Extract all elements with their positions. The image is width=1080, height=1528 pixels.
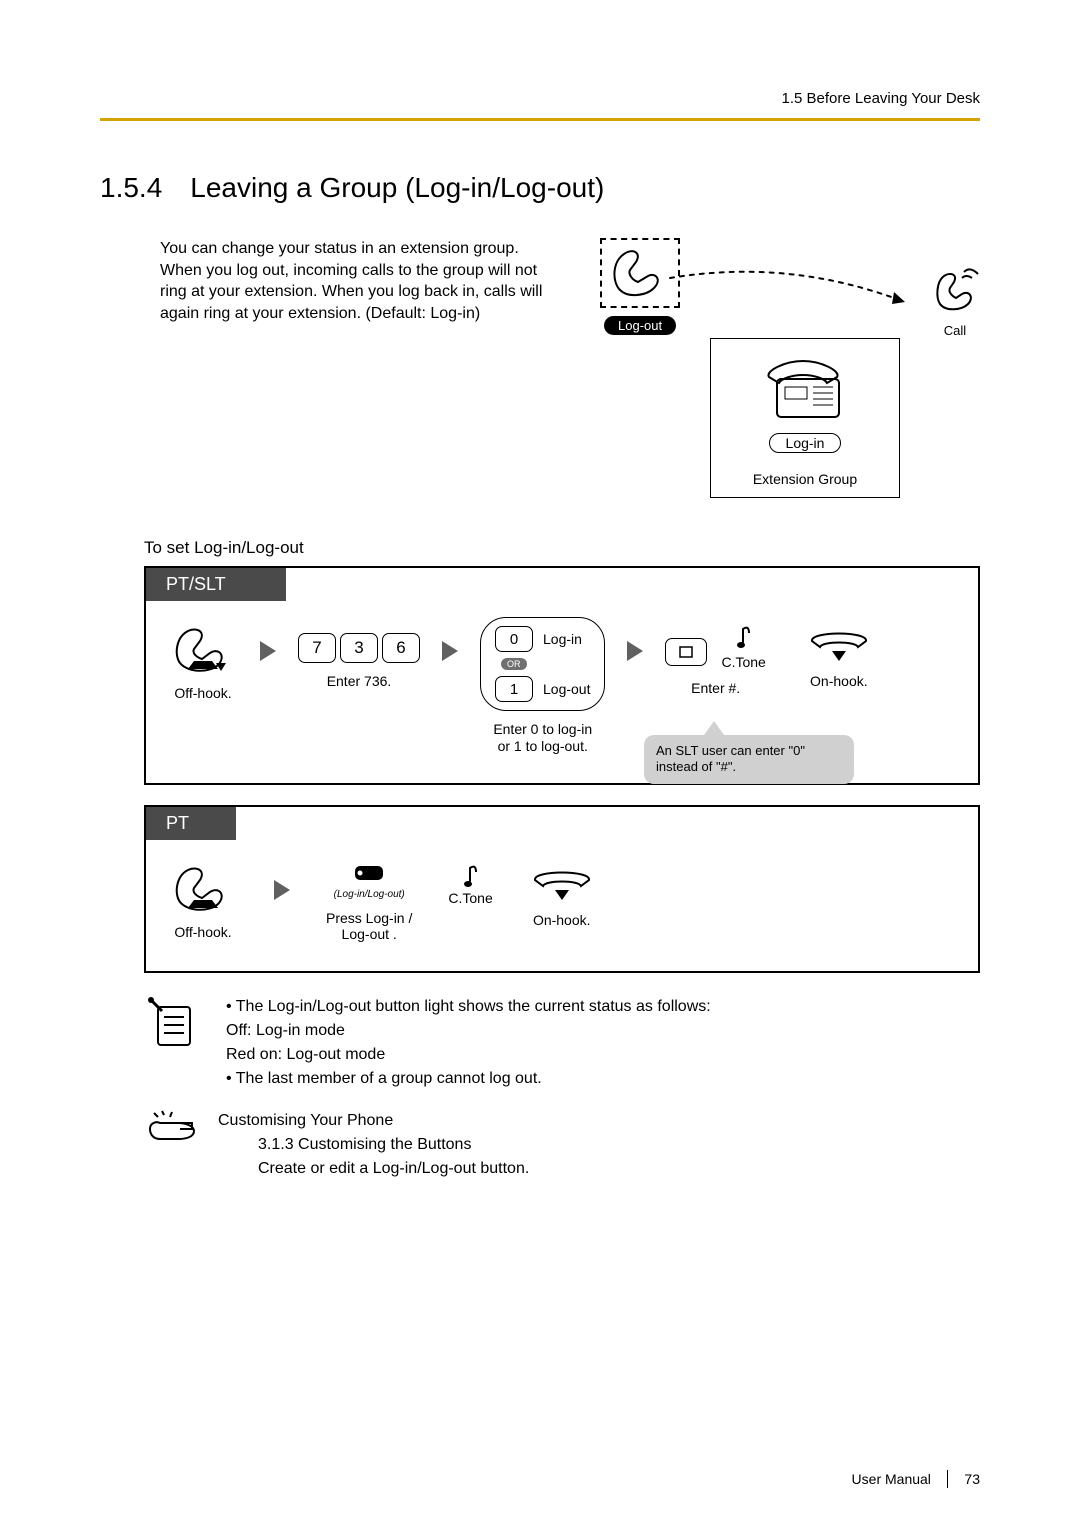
offhook-icon [168, 623, 238, 675]
note-line-4: The last member of a group cannot log ou… [226, 1067, 711, 1091]
call-icon-wrap: Call [930, 268, 980, 338]
arrow-icon [627, 641, 643, 661]
step-press-login-button: (Log-in/Log-out) Press Log-in / Log-out … [326, 862, 412, 944]
step-onhook-2: On-hook. [529, 862, 595, 929]
login-button-icon-caption: (Log-in/Log-out) [334, 889, 405, 900]
step-onhook-2-caption: On-hook. [533, 912, 591, 929]
step-onhook: On-hook. [806, 623, 872, 690]
offhook-icon [168, 862, 238, 914]
step-offhook-2-caption: Off-hook. [174, 924, 231, 941]
step-choose-caption-l2: or 1 to log-out. [498, 738, 588, 754]
footer-label: User Manual [852, 1471, 931, 1487]
onhook-icon [529, 862, 595, 902]
procedure-ptslt-label: PT/SLT [146, 568, 286, 601]
page: 1.5 Before Leaving Your Desk 1.5.4 Leavi… [0, 0, 1080, 1528]
section-number: 1.5.4 [100, 172, 162, 204]
footer-page-number: 73 [964, 1471, 980, 1487]
customising-block: Customising Your Phone 3.1.3 Customising… [144, 1109, 980, 1181]
login-button-icon-wrap: (Log-in/Log-out) [334, 862, 405, 900]
step-press-login-caption-l2: Log-out . [342, 926, 397, 942]
header-path-text: 1.5 Before Leaving Your Desk [782, 90, 980, 107]
extension-group-label: Extension Group [711, 471, 899, 487]
step-hash: C.Tone Enter #. [665, 623, 765, 697]
procedure-ptslt-body: Off-hook. 7 3 6 Enter 736. 0 Log-in [146, 601, 978, 783]
ctone-label-2: C.Tone [448, 890, 492, 906]
page-footer: User Manual 73 [852, 1470, 980, 1488]
onhook-icon [806, 623, 872, 663]
step-offhook: Off-hook. [168, 623, 238, 702]
step-dial-736: 7 3 6 Enter 736. [298, 623, 420, 690]
intro-text: You can change your status in an extensi… [160, 238, 560, 518]
notes-block: The Log-in/Log-out button light shows th… [144, 995, 980, 1091]
slt-note-bubble: An SLT user can enter "0" instead of "#"… [644, 735, 854, 784]
step-choose-login-logout: 0 Log-in OR 1 Log-out Enter 0 to log-in … [480, 623, 605, 755]
intro-row: You can change your status in an extensi… [100, 238, 980, 518]
step-hash-caption: Enter #. [691, 680, 740, 697]
hash-ctone-row: C.Tone [665, 623, 765, 670]
note-line-3: Red on: Log-out mode [226, 1043, 711, 1067]
key-6: 6 [382, 633, 420, 663]
ringing-phone-icon [930, 268, 980, 314]
pointing-hand-icon [144, 1109, 200, 1145]
ctone-block: C.Tone [721, 623, 765, 670]
customising-heading: Customising Your Phone [218, 1109, 529, 1133]
page-header: 1.5 Before Leaving Your Desk [100, 90, 980, 136]
step-offhook-2: Off-hook. [168, 862, 238, 941]
procedure-ptslt: PT/SLT Off-hook. 7 3 6 Enter 736. [144, 566, 980, 785]
note-line-1: The Log-in/Log-out button light shows th… [226, 995, 711, 1019]
hash-glyph-icon [676, 644, 696, 660]
ctone-icon [460, 862, 482, 888]
hash-key [665, 638, 707, 666]
customising-text: Customising Your Phone 3.1.3 Customising… [218, 1109, 529, 1181]
procedure-pt: PT Off-hook. (Log-in/Log-out) Press Log-… [144, 805, 980, 974]
extension-group-box: Log-in Extension Group [710, 338, 900, 498]
desk-phone-icon [755, 357, 855, 427]
step-press-login-caption-l1: Press Log-in / [326, 910, 412, 926]
or-label: OR [501, 658, 527, 670]
login-badge: Log-in [769, 433, 842, 453]
customising-ref: 3.1.3 Customising the Buttons [258, 1133, 529, 1157]
ctone-step-2: C.Tone [448, 862, 492, 906]
key-sequence-736: 7 3 6 [298, 633, 420, 663]
section-title: Leaving a Group (Log-in/Log-out) [190, 172, 604, 204]
step-choose-caption-l1: Enter 0 to log-in [493, 721, 592, 737]
option-logout-row: 1 Log-out [495, 676, 590, 702]
call-label: Call [930, 323, 980, 338]
step-choose-caption: Enter 0 to log-in or 1 to log-out. [493, 721, 592, 755]
login-logout-options: 0 Log-in OR 1 Log-out [480, 617, 605, 711]
step-dial-736-caption: Enter 736. [327, 673, 392, 690]
section-title-row: 1.5.4 Leaving a Group (Log-in/Log-out) [100, 172, 980, 204]
key-7: 7 [298, 633, 336, 663]
key-0: 0 [495, 626, 533, 652]
ctone-label: C.Tone [721, 654, 765, 670]
header-rule [100, 118, 980, 121]
notepad-icon [144, 995, 200, 1051]
ctone-icon [733, 623, 755, 649]
option-login-row: 0 Log-in [495, 626, 590, 652]
arrow-icon [274, 880, 290, 900]
step-onhook-caption: On-hook. [810, 673, 868, 690]
procedure-pt-body: Off-hook. (Log-in/Log-out) Press Log-in … [146, 840, 978, 972]
footer-separator [947, 1470, 949, 1488]
concept-diagram: Log-out Call Log-in E [590, 238, 980, 518]
step-press-login-caption: Press Log-in / Log-out . [326, 910, 412, 944]
option-logout-label: Log-out [543, 681, 590, 697]
feature-button-icon [349, 862, 389, 884]
step-offhook-caption: Off-hook. [174, 685, 231, 702]
arrow-icon [260, 641, 276, 661]
key-3: 3 [340, 633, 378, 663]
arrow-icon [442, 641, 458, 661]
procedure-subheading: To set Log-in/Log-out [144, 538, 980, 558]
notes-text: The Log-in/Log-out button light shows th… [226, 995, 711, 1091]
option-login-label: Log-in [543, 631, 582, 647]
key-1: 1 [495, 676, 533, 702]
customising-desc: Create or edit a Log-in/Log-out button. [258, 1157, 529, 1181]
procedure-pt-label: PT [146, 807, 236, 840]
note-line-2: Off: Log-in mode [226, 1019, 711, 1043]
